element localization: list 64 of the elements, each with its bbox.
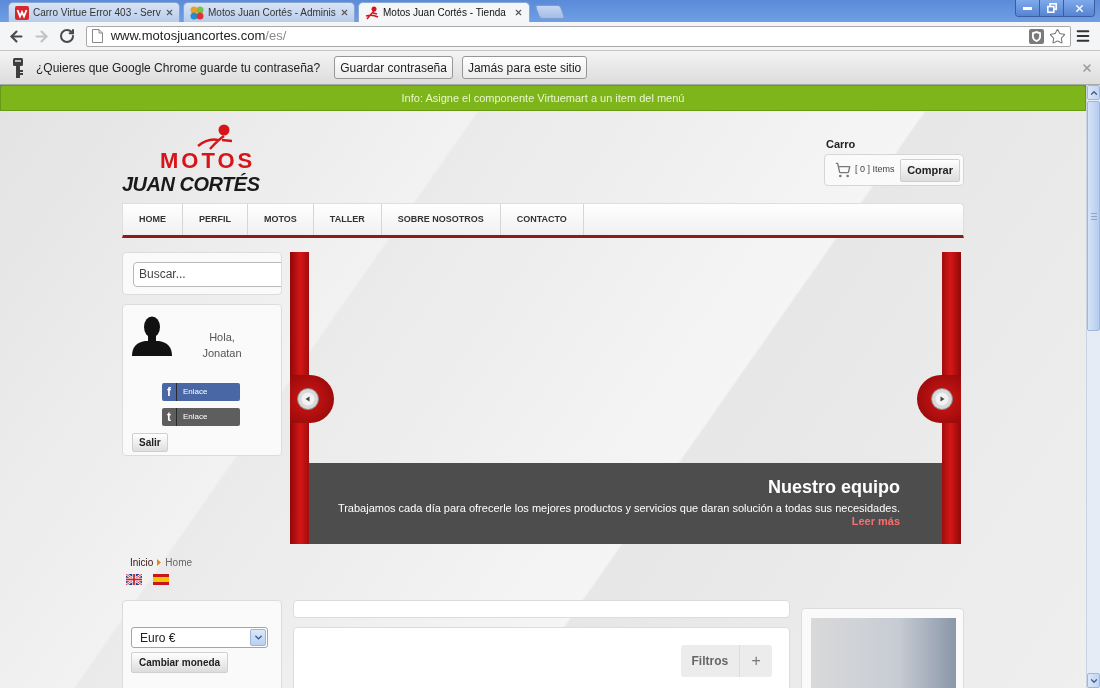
pinwheel-icon [190,5,204,20]
scroll-down-button[interactable] [1087,673,1100,688]
arrow-left-icon [297,388,319,410]
cart-count: [ 0 ] Items [855,163,895,177]
star-icon[interactable] [1049,27,1067,45]
menu-icon [1075,28,1092,44]
expand-button[interactable]: + [740,645,773,677]
nav-link[interactable]: PERFIL [183,204,248,235]
change-currency-button[interactable]: Cambiar moneda [131,652,229,673]
restore-button[interactable] [1040,0,1064,16]
nav-link[interactable]: TALLER [313,204,382,235]
close-icon[interactable] [339,8,349,17]
logo-text: JUAN CORTÉS [122,172,261,196]
close-window-button[interactable] [1064,0,1094,16]
nav-link[interactable]: SOBRE NOSOTROS [381,204,501,235]
nav-link[interactable]: CONTACTO [500,204,584,235]
minimize-icon [1023,6,1032,10]
close-icon [1073,2,1085,14]
infobar-button[interactable]: Jamás para este sitio [461,56,588,79]
scroll-up-button[interactable] [1087,85,1100,100]
next-slide-button[interactable] [917,375,961,423]
password-prompt: ¿Quieres que Google Chrome guarde tu contraseña? [36,59,321,77]
social-link[interactable]: t Enlace [162,408,240,426]
currency-select[interactable]: Euro € [131,627,268,648]
search-field[interactable]: Buscar... [133,261,281,287]
infobar-button[interactable]: Guardar contraseña [334,56,453,79]
restore-icon [1046,3,1057,13]
logout-button[interactable]: Salir [132,433,168,452]
arrow-right-icon [931,388,953,410]
uk-flag-icon[interactable] [126,574,142,585]
breadcrumb-link[interactable]: Home [165,554,193,570]
buy-button[interactable]: Comprar [900,158,960,182]
user-silhouette-icon [132,316,172,356]
scroll-thumb[interactable] [1087,101,1100,331]
shield-icon[interactable] [1029,28,1045,44]
previous-slide-button[interactable] [290,375,334,423]
grip-icon [1090,212,1097,220]
rider-icon [365,5,379,20]
nav-link[interactable]: MOTOS [248,204,314,235]
social-link[interactable]: f Enlace [162,383,240,401]
logo-text: MOTOS [160,150,257,172]
slide-text: Trabajamos cada día para ofrecerle los mejores productos y servicios que daran solución a todas sus necesidades. [337,502,900,515]
zigzag-tile-icon [15,5,29,20]
minimize-button[interactable] [1016,0,1040,16]
page-icon [91,29,103,43]
reload-icon [58,28,75,44]
caret-right-icon [157,558,162,566]
info-banner: Info: Asigne el componente Virtuemart a un item del menú [0,85,1086,111]
close-icon[interactable] [514,8,523,17]
browser-tab[interactable]: Carro Virtue Error 403 - Serv [8,2,180,22]
nav-link[interactable]: HOME [123,204,183,235]
greeting-text: Hola, Jonatan [201,330,243,361]
breadcrumb-link[interactable]: Inicio [130,554,154,570]
close-icon[interactable] [164,8,174,17]
spain-flag-icon[interactable] [153,574,169,585]
cart-icon [835,162,851,178]
arrow-right-icon [33,27,51,45]
address-bar[interactable]: www.motosjuancortes.com/es/ [85,25,1072,47]
browser-tab[interactable]: Motos Juan Cortés - Adminis [183,2,355,22]
key-icon [12,57,24,78]
browser-tab[interactable]: Motos Juan Cortés - Tienda [358,2,530,22]
cart-title: Carro [826,138,857,151]
slide-title: Nuestro equipo [768,477,900,498]
filters-button[interactable]: Filtros [680,645,741,677]
